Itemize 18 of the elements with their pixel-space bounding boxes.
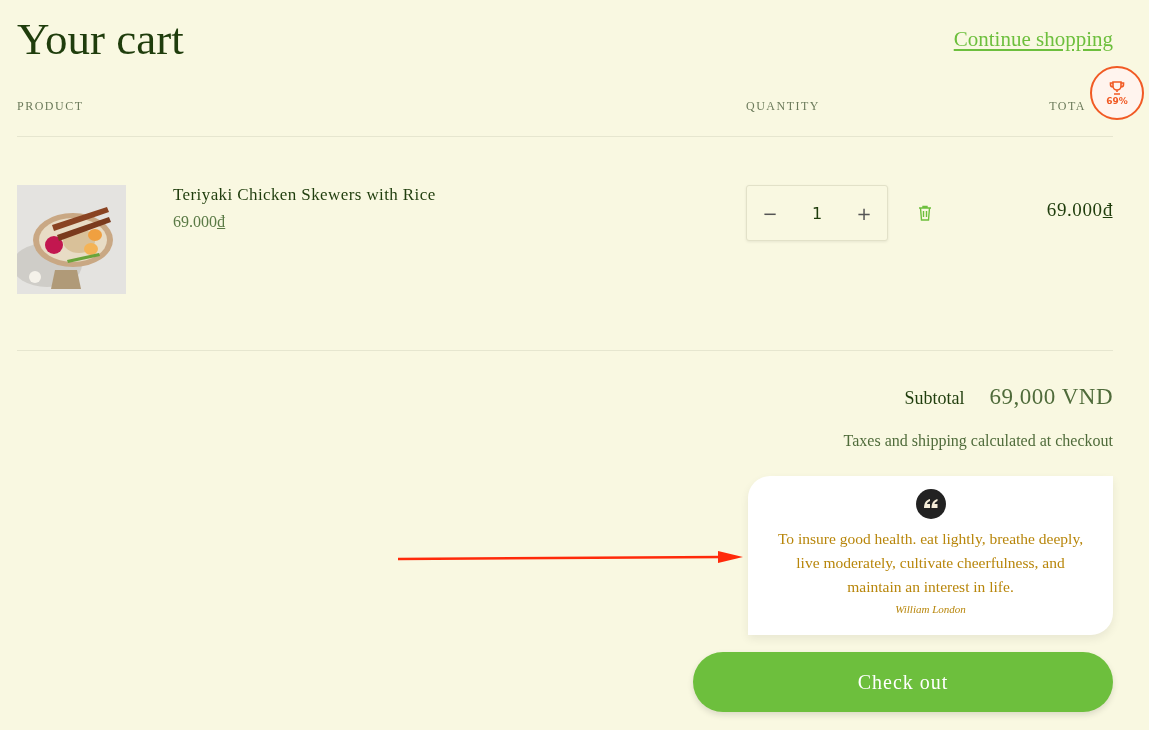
column-header: PRODUCT [17,99,85,114]
quote-icon [915,489,946,519]
quote-text: To insure good health. eat lightly, breathe deeply, live moderately, cultivate cheerfulness, and maintain an interest in life. [776,529,1085,597]
product-price: 69.000₫ [173,213,227,231]
column-header: QUANTITY [746,99,821,114]
subtotal-label: Subtotal [904,388,965,409]
quantity-value: 1 [811,203,823,223]
product-name: Teriyaki Chicken Skewers with Rice [173,185,436,205]
increase-button[interactable]: + [841,187,887,239]
trash-icon[interactable] [918,205,932,221]
trophy-icon [1109,80,1125,96]
quantity-stepper[interactable]: − 1 + [746,185,888,241]
tax-note: Taxes and shipping calculated at checkout [842,432,1113,450]
decrease-button[interactable]: − [747,187,793,239]
subtotal-value: 69,000 VND [989,384,1113,410]
page-title: Your cart [17,13,184,66]
line-total: 69.000₫ [1045,198,1113,221]
quote-author: William London [895,603,966,615]
